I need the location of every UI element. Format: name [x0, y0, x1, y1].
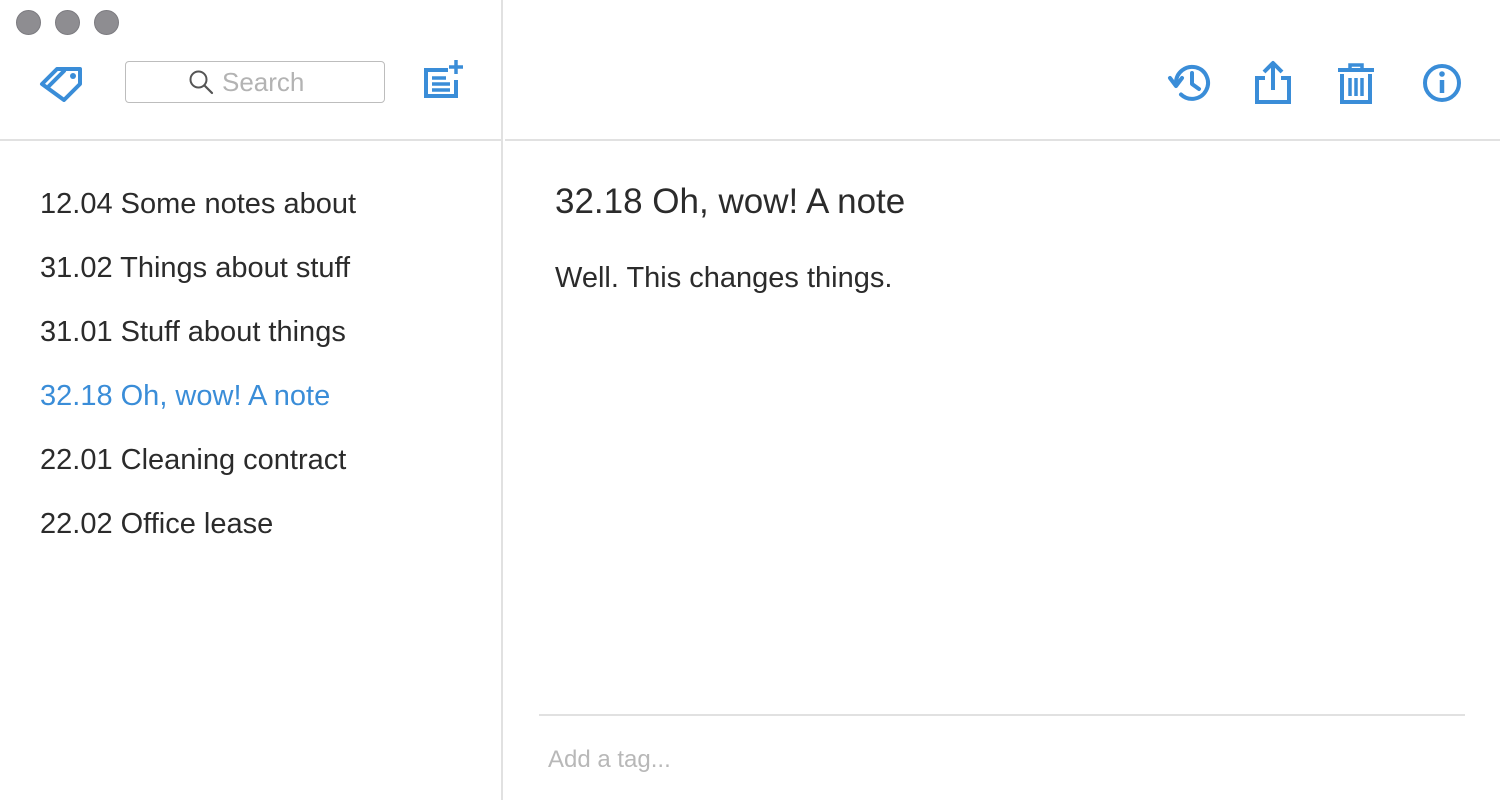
new-note-button[interactable] [420, 58, 466, 102]
tag-divider [539, 714, 1465, 716]
history-icon [1168, 64, 1210, 101]
search-input[interactable] [222, 66, 322, 98]
sidebar: 12.04 Some notes about 31.02 Things abou… [0, 0, 503, 800]
note-list-item[interactable]: 31.02 Things about stuff [0, 236, 501, 300]
sidebar-header [0, 0, 501, 141]
share-icon [1255, 61, 1291, 104]
note-list-item[interactable]: 31.01 Stuff about things [0, 300, 501, 364]
info-button[interactable] [1419, 60, 1465, 106]
new-note-icon [424, 60, 463, 98]
share-button[interactable] [1251, 60, 1297, 106]
note-list-item-selected[interactable]: 32.18 Oh, wow! A note [0, 364, 501, 428]
note-list-item[interactable]: 22.01 Cleaning contract [0, 428, 501, 492]
history-button[interactable] [1167, 60, 1213, 106]
note-title[interactable]: 32.18 Oh, wow! A note [555, 182, 905, 222]
delete-button[interactable] [1333, 60, 1379, 106]
note-list: 12.04 Some notes about 31.02 Things abou… [0, 172, 501, 556]
search-box[interactable] [125, 61, 385, 103]
editor-toolbar [505, 0, 1500, 141]
add-tag-input[interactable] [548, 740, 1148, 780]
tag-icon [40, 67, 82, 102]
note-editor-pane: 32.18 Oh, wow! A note Well. This changes… [505, 0, 1500, 800]
note-body[interactable]: Well. This changes things. [555, 262, 892, 295]
tags-button[interactable] [38, 62, 86, 102]
note-list-item[interactable]: 12.04 Some notes about [0, 172, 501, 236]
trash-icon [1338, 63, 1374, 104]
note-list-item[interactable]: 22.02 Office lease [0, 492, 501, 556]
app-window: 12.04 Some notes about 31.02 Things abou… [0, 0, 1500, 800]
search-icon [189, 70, 214, 95]
info-icon [1423, 64, 1461, 102]
